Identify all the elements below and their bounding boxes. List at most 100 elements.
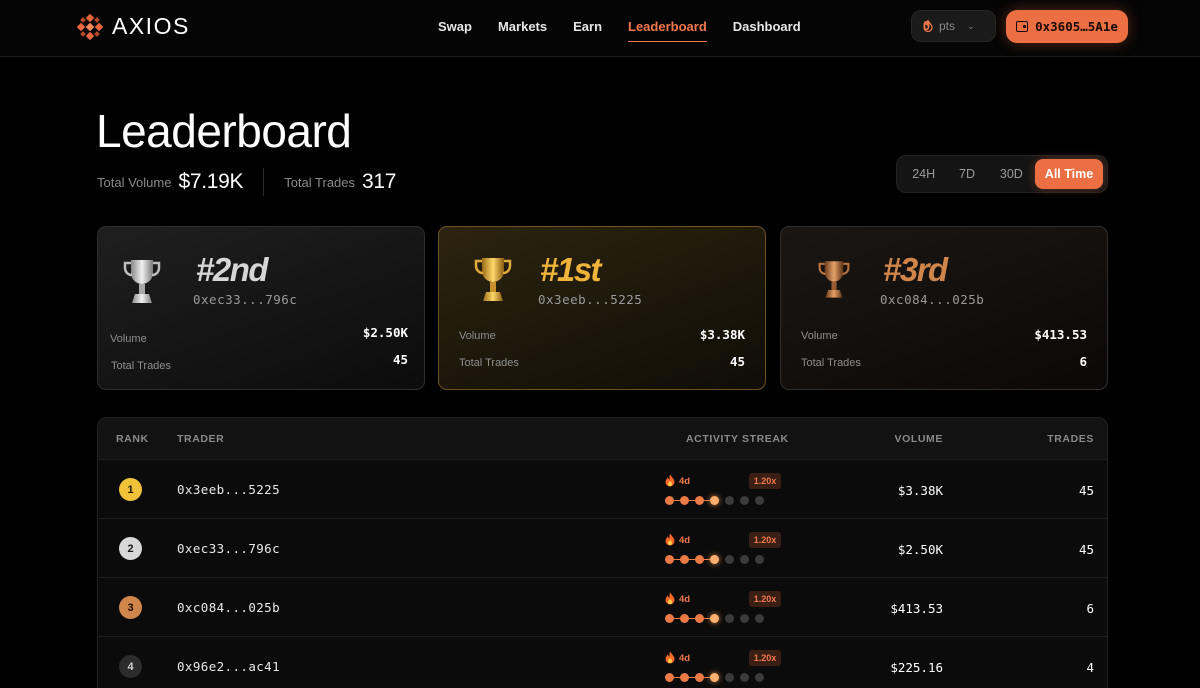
streak-dot — [680, 673, 695, 682]
wallet-button[interactable]: 0x3605…5A1e — [1006, 10, 1128, 43]
activity-streak: 4d 1.20x — [665, 473, 785, 507]
rank-badge: 1 — [119, 478, 142, 501]
streak-dot — [680, 555, 695, 564]
streak-dot — [680, 614, 695, 623]
trades-value: 45 — [1078, 483, 1094, 498]
filter-24h[interactable]: 24H — [901, 159, 946, 189]
streak-dot — [755, 614, 764, 623]
flame-icon — [665, 533, 675, 546]
volume-value: $225.16 — [890, 660, 943, 675]
streak-dot — [725, 496, 734, 505]
volume-label: Volume — [459, 330, 496, 342]
nav-markets[interactable]: Markets — [498, 19, 547, 42]
trades-value: 4 — [1086, 660, 1094, 675]
streak-dot — [695, 496, 710, 505]
flame-icon — [665, 651, 675, 664]
axios-logo-icon — [77, 13, 103, 40]
streak-days: 4d — [679, 653, 691, 664]
volume-value: $3.38K — [699, 327, 745, 342]
points-value: 0 — [923, 19, 930, 33]
activity-streak: 4d 1.20x — [665, 591, 785, 625]
flame-icon — [665, 474, 675, 487]
nav-dashboard[interactable]: Dashboard — [733, 19, 801, 42]
trader-address: 0x3eeb...5225 — [538, 292, 643, 307]
activity-streak: 4d 1.20x — [665, 650, 785, 684]
streak-dot — [725, 673, 734, 682]
streak-days: 4d — [679, 535, 691, 546]
streak-dot — [665, 496, 680, 505]
rank-badge: 2 — [119, 537, 142, 560]
trader-address: 0xc084...025b — [880, 292, 985, 307]
trades-label: Total Trades — [459, 357, 519, 369]
trader-address[interactable]: 0xec33...796c — [177, 541, 280, 556]
volume-label: Volume — [110, 333, 147, 345]
rank-label-second: #2nd — [196, 251, 269, 288]
flame-icon — [665, 592, 675, 605]
total-trades-label: Total Trades — [284, 174, 356, 190]
trader-address[interactable]: 0x3eeb...5225 — [177, 482, 280, 497]
podium-card-second[interactable]: #2nd 0xec33...796c Volume $2.50K Total T… — [97, 226, 425, 390]
multiplier-badge: 1.20x — [749, 650, 781, 666]
gold-trophy-icon — [474, 258, 512, 301]
streak-dot — [695, 555, 710, 564]
header-rank[interactable]: RANK — [116, 433, 149, 445]
table-header: RANK TRADER ACTIVITY STREAK VOLUME TRADE… — [98, 418, 1107, 460]
streak-dot — [740, 673, 749, 682]
trader-address[interactable]: 0x96e2...ac41 — [177, 659, 280, 674]
streak-dot — [710, 555, 719, 564]
streak-dot — [710, 673, 719, 682]
table-row[interactable]: 4 0x96e2...ac41 4d 1.20x $225.16 4 — [98, 637, 1107, 688]
activity-streak: 4d 1.20x — [665, 532, 785, 566]
streak-dots — [665, 673, 764, 682]
logo[interactable]: AXIOS — [77, 13, 190, 40]
streak-dots — [665, 614, 764, 623]
header-trades[interactable]: TRADES — [1047, 433, 1094, 445]
table-row[interactable]: 3 0xc084...025b 4d 1.20x $413.53 6 — [98, 578, 1107, 637]
total-volume-value: $7.19K — [178, 170, 244, 193]
total-volume-label: Total Volume — [97, 174, 172, 190]
nav-swap[interactable]: Swap — [438, 19, 472, 42]
multiplier-badge: 1.20x — [749, 591, 781, 607]
filter-all-time[interactable]: All Time — [1035, 159, 1103, 189]
table-row[interactable]: 2 0xec33...796c 4d 1.20x $2.50K 45 — [98, 519, 1107, 578]
header-volume[interactable]: VOLUME — [894, 433, 943, 445]
streak-dot — [710, 614, 719, 623]
trades-value: 6 — [1086, 601, 1094, 616]
streak-dot — [755, 496, 764, 505]
trader-address[interactable]: 0xc084...025b — [177, 600, 280, 615]
header-trader[interactable]: TRADER — [177, 433, 224, 445]
streak-dot — [740, 614, 749, 623]
rank-badge: 4 — [119, 655, 142, 678]
nav-leaderboard[interactable]: Leaderboard — [628, 19, 707, 42]
points-unit: pts — [939, 19, 956, 33]
trades-label: Total Trades — [801, 357, 861, 369]
streak-dot — [665, 555, 680, 564]
chevron-down-icon: ⌄ — [967, 20, 975, 31]
filter-30d[interactable]: 30D — [988, 159, 1035, 189]
streak-dots — [665, 555, 764, 564]
rank-label-first: #1st — [540, 251, 602, 288]
main-nav: Swap Markets Earn Leaderboard Dashboard — [438, 19, 801, 42]
volume-value: $2.50K — [897, 542, 943, 557]
streak-dots — [665, 496, 764, 505]
leaderboard-table: RANK TRADER ACTIVITY STREAK VOLUME TRADE… — [97, 417, 1108, 688]
streak-dot — [695, 673, 710, 682]
podium-card-third[interactable]: #3rd 0xc084...025b Volume $413.53 Total … — [780, 226, 1108, 390]
volume-value: $3.38K — [897, 483, 943, 498]
points-dropdown[interactable]: 0 pts ⌄ — [911, 10, 996, 42]
streak-dot — [755, 673, 764, 682]
streak-dot — [755, 555, 764, 564]
volume-value: $2.50K — [362, 325, 408, 340]
trades-value: 6 — [1079, 354, 1087, 369]
nav-earn[interactable]: Earn — [573, 19, 602, 42]
rank-label-third: #3rd — [883, 251, 948, 288]
streak-days: 4d — [679, 476, 691, 487]
table-row[interactable]: 1 0x3eeb...5225 4d 1.20x $3.38K 45 — [98, 460, 1107, 519]
streak-dot — [665, 673, 680, 682]
bronze-trophy-icon — [818, 261, 850, 298]
trades-label: Total Trades — [111, 360, 171, 372]
header-activity-streak[interactable]: ACTIVITY STREAK — [686, 433, 789, 445]
podium-card-first[interactable]: #1st 0x3eeb...5225 Volume $3.38K Total T… — [438, 226, 766, 390]
page-title: Leaderboard — [96, 105, 352, 157]
filter-7d[interactable]: 7D — [946, 159, 987, 189]
